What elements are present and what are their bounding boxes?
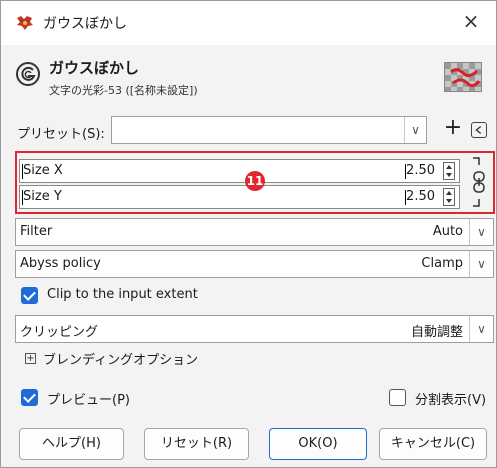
abyss-policy-value: Clamp — [421, 256, 463, 271]
clip-extent-label[interactable]: Clip to the input extent — [47, 287, 198, 302]
split-view-label[interactable]: 分割表示(V) — [415, 389, 486, 408]
window-title: ガウスぼかし — [43, 16, 127, 32]
chevron-down-icon[interactable]: ∨ — [469, 219, 493, 245]
annotation-marker: 11 — [245, 171, 265, 191]
abyss-policy-combo[interactable]: Abyss policy Clamp ∨ — [15, 250, 494, 278]
size-y-stepper-icon[interactable] — [443, 188, 455, 206]
filter-combo[interactable]: Filter Auto ∨ — [15, 218, 494, 246]
clipping-combo[interactable]: クリッピング 自動調整 ∨ — [15, 315, 494, 343]
clipping-value: 自動調整 — [410, 325, 463, 340]
expand-icon[interactable]: + — [25, 353, 36, 364]
filter-header: ガウスぼかし 文字の光彩-53 ([名称未設定]) — [1, 45, 496, 107]
filter-value: Auto — [432, 224, 463, 239]
chevron-down-icon[interactable]: ∨ — [469, 316, 493, 342]
cancel-button[interactable]: キャンセル(C) — [379, 428, 487, 460]
clip-extent-checkbox[interactable] — [21, 287, 38, 304]
chevron-down-icon[interactable]: ∨ — [469, 251, 493, 277]
size-x-spinbox[interactable]: Size X 2.50 — [19, 159, 460, 183]
gaussian-blur-dialog: ガウスぼかし × ガウスぼかし 文字の光彩-53 ([名称未設定]) プリセット… — [0, 0, 497, 468]
preset-menu-icon[interactable] — [471, 122, 487, 138]
size-x-label: Size X — [22, 163, 63, 179]
blending-options-expander[interactable]: ブレンディングオプション — [43, 349, 198, 368]
preview-checkbox[interactable] — [21, 389, 38, 406]
help-button[interactable]: ヘルプ(H) — [19, 428, 124, 460]
size-y-value[interactable]: 2.50 — [405, 189, 435, 205]
abyss-policy-label: Abyss policy — [20, 256, 101, 271]
preset-label: プリセット(S): — [17, 127, 105, 142]
layer-subtitle: 文字の光彩-53 ([名称未設定]) — [49, 84, 198, 97]
filter-label: Filter — [20, 224, 53, 239]
chain-link-icon[interactable] — [467, 153, 491, 211]
title-bar: ガウスぼかし × — [1, 1, 496, 45]
reset-button[interactable]: リセット(R) — [144, 428, 249, 460]
ok-button[interactable]: OK(O) — [269, 428, 367, 460]
size-y-spinbox[interactable]: Size Y 2.50 — [19, 185, 460, 209]
preset-combo[interactable]: ∨ — [111, 116, 427, 144]
size-x-value[interactable]: 2.50 — [405, 163, 435, 179]
size-y-label: Size Y — [22, 189, 62, 205]
filter-title: ガウスぼかし — [49, 59, 140, 77]
close-button[interactable]: × — [460, 10, 482, 32]
gimp-app-icon — [17, 16, 33, 30]
size-x-stepper-icon[interactable] — [443, 162, 455, 180]
clipping-label: クリッピング — [20, 325, 99, 340]
add-preset-button[interactable]: + — [442, 115, 464, 143]
layer-thumbnail — [444, 62, 482, 92]
preview-label[interactable]: プレビュー(P) — [47, 389, 130, 408]
gaussian-blur-icon — [16, 62, 40, 86]
chevron-down-icon[interactable]: ∨ — [404, 117, 426, 143]
split-view-checkbox[interactable] — [389, 389, 406, 406]
